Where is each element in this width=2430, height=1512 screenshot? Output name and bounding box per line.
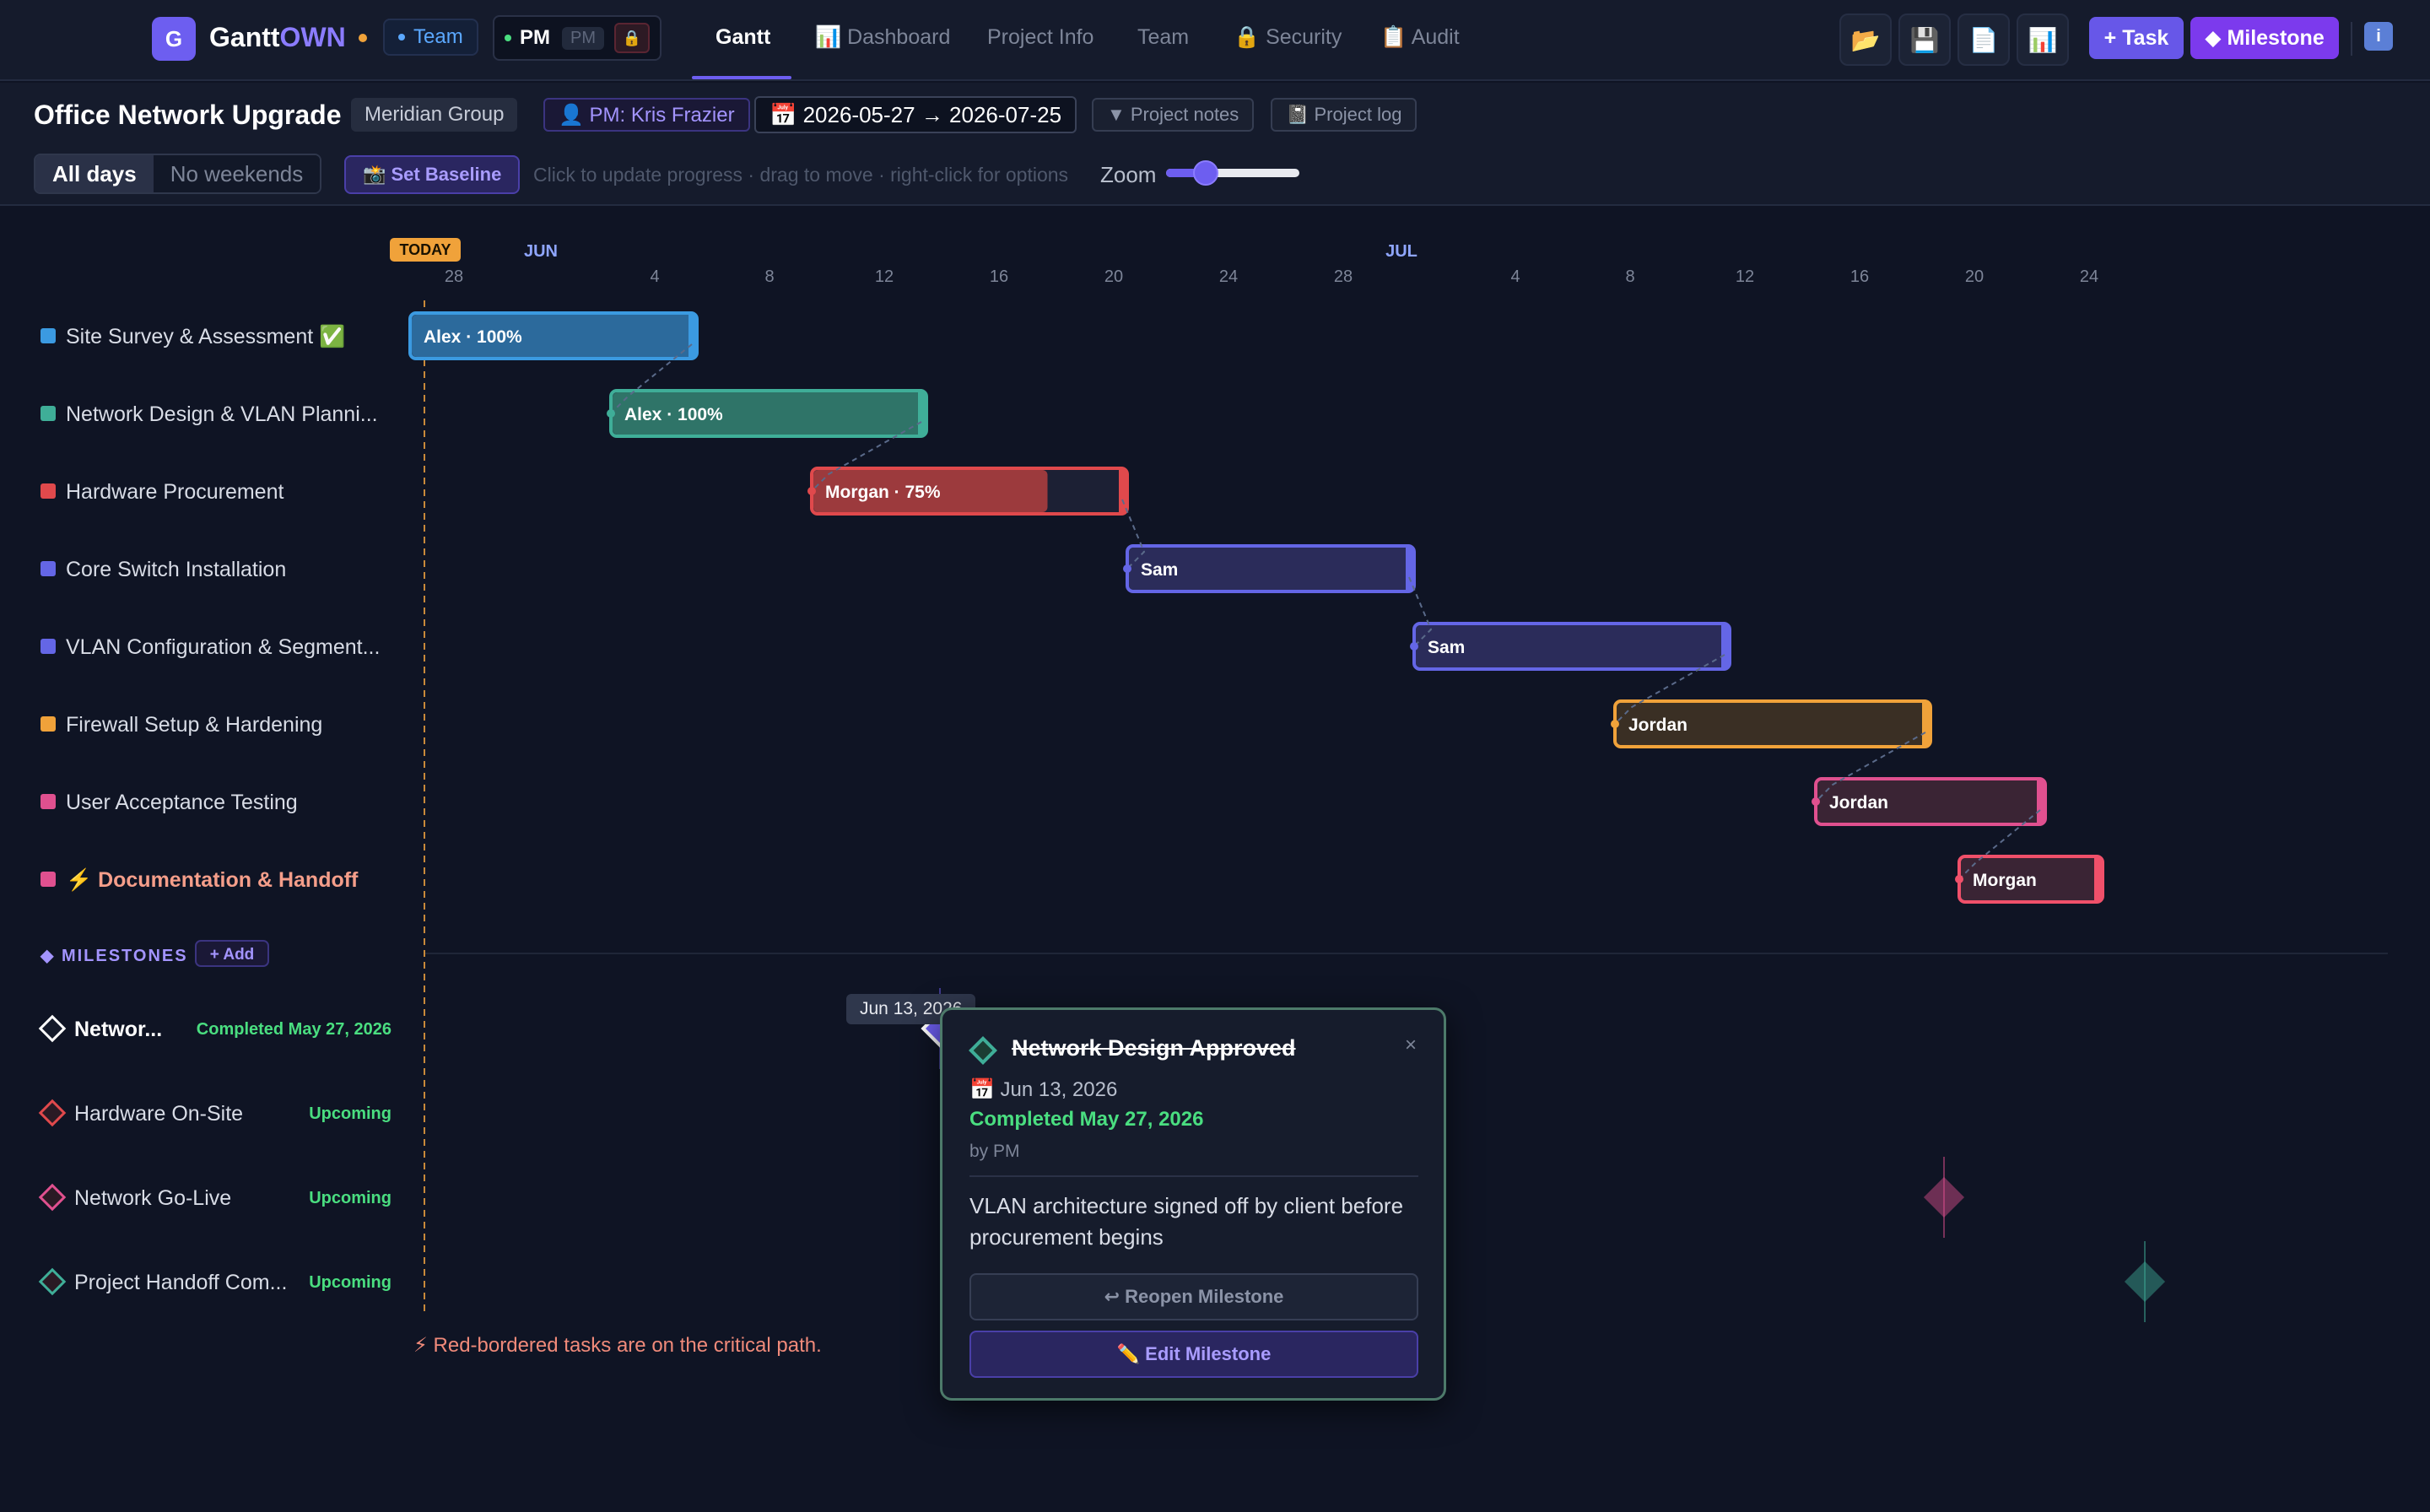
task-bar-label: Morgan · 75% — [825, 483, 941, 502]
task-color-swatch — [40, 872, 56, 887]
task-name[interactable]: Hardware Procurement — [66, 480, 284, 504]
dependency-endpoint — [1611, 720, 1619, 728]
close-icon[interactable]: × — [1405, 1034, 1417, 1057]
dependency-endpoint — [607, 409, 615, 418]
milestone-status: Upcoming — [309, 1104, 392, 1123]
popup-description: VLAN architecture signed off by client b… — [969, 1193, 1404, 1250]
task-bar-label: Morgan — [1973, 871, 2037, 890]
task-resize-handle[interactable] — [688, 315, 695, 357]
milestone-marker[interactable] — [1923, 1176, 1965, 1218]
dependency-endpoint — [1955, 875, 1963, 883]
milestones-heading: ◆ MILESTONES — [40, 947, 188, 965]
task-name[interactable]: User Acceptance Testing — [66, 791, 298, 814]
popup-title: Network Design Approved — [1012, 1035, 1296, 1061]
task-resize-handle[interactable] — [2094, 858, 2101, 900]
task-resize-handle[interactable] — [1119, 470, 1126, 512]
day-tick-label: 4 — [650, 267, 659, 286]
milestone-name[interactable]: Networ... — [74, 1018, 162, 1041]
task-resize-handle[interactable] — [1406, 548, 1412, 590]
dependency-endpoint — [1410, 642, 1418, 651]
edit-milestone-button[interactable]: ✏️ Edit Milestone — [969, 1331, 1418, 1378]
day-tick-label: 16 — [1850, 267, 1869, 286]
task-name[interactable]: Firewall Setup & Hardening — [66, 713, 322, 737]
milestone-diamond-icon — [38, 1267, 67, 1296]
task-bar-label: Jordan — [1829, 793, 1888, 813]
milestone-name[interactable]: Project Handoff Com... — [74, 1271, 287, 1294]
day-tick-label: 28 — [445, 267, 463, 286]
task-name[interactable]: Network Design & VLAN Planni... — [66, 402, 378, 426]
milestone-diamond-icon — [969, 1036, 997, 1065]
day-tick-label: 24 — [2080, 267, 2098, 286]
task-name[interactable]: Site Survey & Assessment ✅ — [66, 324, 345, 348]
task-resize-handle[interactable] — [2037, 780, 2044, 823]
task-bar-label: Alex · 100% — [424, 327, 522, 347]
task-color-swatch — [40, 794, 56, 809]
task-name[interactable]: ⚡ Documentation & Handoff — [66, 867, 359, 893]
task-color-swatch — [40, 561, 56, 576]
milestone-status: Upcoming — [309, 1189, 392, 1207]
day-tick-label: 8 — [764, 267, 774, 286]
milestone-name[interactable]: Hardware On-Site — [74, 1102, 243, 1126]
dependency-endpoint — [807, 487, 816, 495]
reopen-milestone-button[interactable]: ↩ Reopen Milestone — [969, 1273, 1418, 1320]
task-color-swatch — [40, 716, 56, 732]
popup-status: Completed May 27, 2026 — [969, 1108, 1204, 1131]
task-color-swatch — [40, 406, 56, 421]
milestone-status: Completed May 27, 2026 — [197, 1020, 392, 1039]
day-tick-label: 8 — [1625, 267, 1634, 286]
popup-divider — [969, 1175, 1418, 1177]
milestone-status: Upcoming — [309, 1273, 392, 1292]
task-color-swatch — [40, 328, 56, 343]
popup-author: by PM — [969, 1142, 1020, 1161]
day-tick-label: 24 — [1219, 267, 1238, 286]
task-color-swatch — [40, 483, 56, 499]
task-bar-label: Sam — [1428, 638, 1465, 657]
task-resize-handle[interactable] — [1721, 625, 1728, 667]
day-tick-label: 4 — [1510, 267, 1520, 286]
day-tick-label: 12 — [1736, 267, 1754, 286]
task-resize-handle[interactable] — [918, 392, 925, 435]
popup-date: 📅 Jun 13, 2026 — [969, 1078, 1118, 1101]
day-tick-label: 12 — [875, 267, 894, 286]
milestone-diamond-icon — [38, 1014, 67, 1043]
day-tick-label: 28 — [1334, 267, 1353, 286]
task-resize-handle[interactable] — [1922, 703, 1929, 745]
milestone-name[interactable]: Network Go-Live — [74, 1186, 231, 1210]
milestone-diamond-icon — [38, 1099, 67, 1127]
task-bar-label: Jordan — [1628, 716, 1688, 735]
milestone-popup: Network Design Approved × 📅 Jun 13, 2026… — [940, 1007, 1446, 1401]
task-name[interactable]: Core Switch Installation — [66, 558, 286, 581]
today-label: TODAY — [399, 241, 451, 258]
day-tick-label: 20 — [1965, 267, 1984, 286]
day-tick-label: 20 — [1104, 267, 1123, 286]
month-label: JUN — [524, 242, 558, 261]
dependency-endpoint — [1123, 564, 1131, 573]
critical-path-note: ⚡ Red-bordered tasks are on the critical… — [413, 1334, 822, 1357]
month-label: JUL — [1385, 242, 1418, 261]
milestone-diamond-icon — [38, 1183, 67, 1212]
milestone-marker[interactable] — [2124, 1261, 2166, 1303]
task-bar-label: Sam — [1141, 560, 1178, 580]
dependency-endpoint — [1812, 797, 1820, 806]
day-tick-label: 16 — [990, 267, 1008, 286]
add-milestone-inline-label: + Add — [210, 946, 255, 964]
task-bar-label: Alex · 100% — [624, 405, 723, 424]
task-color-swatch — [40, 639, 56, 654]
task-name[interactable]: VLAN Configuration & Segment... — [66, 635, 380, 659]
